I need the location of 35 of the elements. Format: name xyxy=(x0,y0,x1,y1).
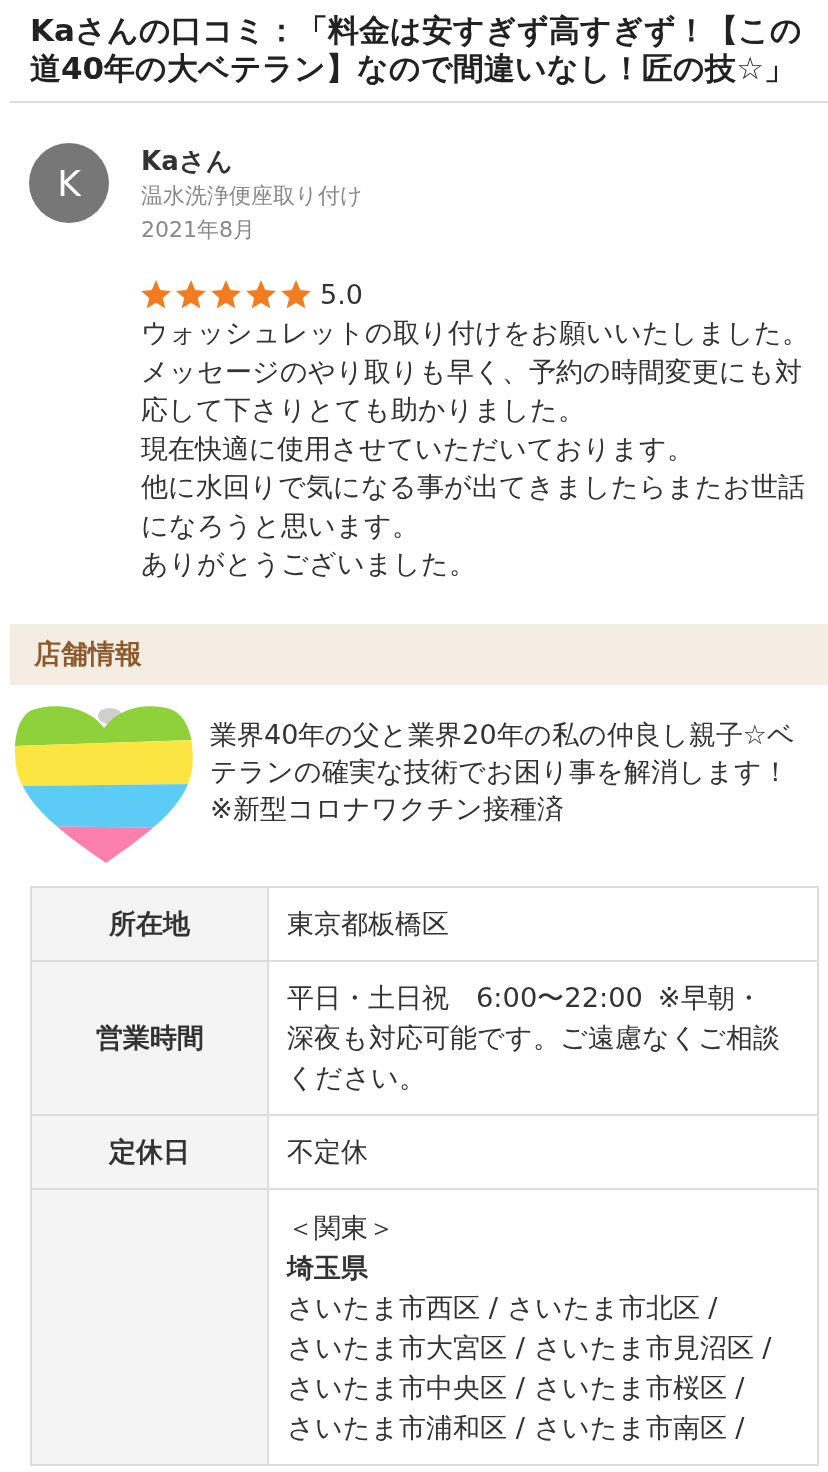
star-icon xyxy=(281,279,311,309)
region-heading: ＜関東＞ xyxy=(287,1210,395,1245)
rating-value: 5.0 xyxy=(320,278,363,310)
area-item: さいたま市桜区 / xyxy=(533,1371,745,1403)
review-paragraph: メッセージのやり取りも早く、予約の時間変更にも対応して下さりとても助かりました。 xyxy=(141,354,803,427)
avatar: K xyxy=(29,143,109,223)
table-cell: 不定休 xyxy=(268,1114,818,1189)
prefecture-heading: 埼玉県 xyxy=(287,1250,368,1285)
area-item: さいたま市浦和区 / xyxy=(287,1411,525,1443)
area-item: さいたま市南区 / xyxy=(533,1411,745,1443)
shop-intro-text: 業界40年の父と業界20年の私の仲良し親子☆ベテランの確実な技術でお困り事を解消します！ xyxy=(210,717,796,789)
star-icon xyxy=(246,279,276,309)
section-heading: 店舗情報 xyxy=(10,623,828,685)
service-name: 温水洗浄便座取り付け xyxy=(141,182,363,210)
review-paragraph: 他に水回りで気になる事が出てきましたらまたお世話になろうと思います。 xyxy=(141,470,806,543)
review-paragraph: ありがとうございました。 xyxy=(141,547,476,581)
area-item: さいたま市大宮区 / xyxy=(287,1331,525,1363)
area-item: さいたま市見沼区 / xyxy=(533,1331,772,1363)
row-label: 所在地 xyxy=(31,886,268,961)
area-item: さいたま市北区 / xyxy=(506,1291,718,1323)
page-title: Kaさんの口コミ：「料金は安すぎず高すぎず！【この道40年の大ベテラン】なので間違いなし！匠の技☆」 xyxy=(29,11,803,87)
star-icon xyxy=(211,279,241,309)
row-label: 定休日 xyxy=(31,1114,268,1189)
review-paragraph: ウォッシュレットの取り付けをお願いいたしました。 xyxy=(141,316,809,350)
area-item: さいたま市西区 / xyxy=(287,1291,498,1323)
area-item: さいたま市中央区 / xyxy=(287,1371,525,1403)
table-cell: 平日・土日祝 6:00〜22:00 ※早朝・深夜も対応可能です。ご遠慮なくご相談ください。 xyxy=(268,960,818,1115)
row-label: 営業時間 xyxy=(31,960,268,1115)
review-paragraph: 現在快適に使用させていただいております。 xyxy=(141,431,694,466)
review-date: 2021年8月 xyxy=(141,216,255,244)
reviewer-name: Kaさん xyxy=(141,145,233,178)
star-icon xyxy=(176,279,206,309)
star-icon xyxy=(141,279,171,309)
table-cell: 東京都板橋区 xyxy=(268,886,818,961)
shop-intro-text: ※新型コロナワクチン接種済 xyxy=(210,791,564,826)
